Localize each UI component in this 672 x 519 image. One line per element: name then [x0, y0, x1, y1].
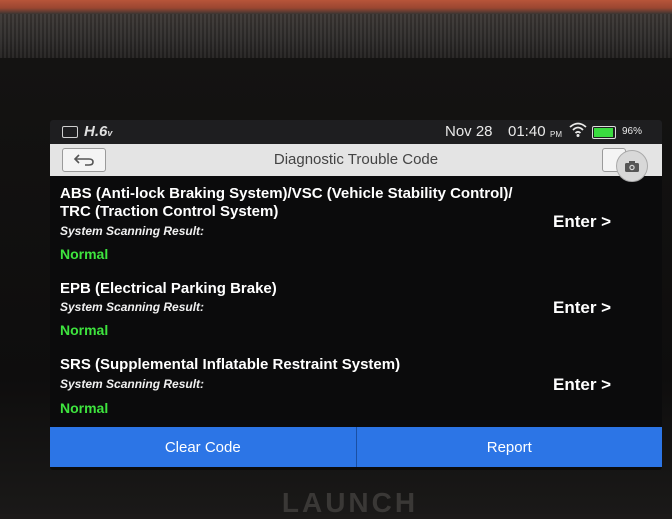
- status-time: 01:40: [508, 123, 546, 140]
- wifi-icon: [569, 122, 587, 142]
- system-list: ABS (Anti-lock Braking System)/VSC (Vehi…: [50, 176, 662, 426]
- scan-result-label: System Scanning Result:: [60, 300, 205, 314]
- enter-button[interactable]: Enter >: [553, 298, 611, 318]
- list-item: ABS (Anti-lock Braking System)/VSC (Vehi…: [50, 176, 662, 268]
- system-name: SRS (Supplemental Inflatable Restraint S…: [60, 356, 401, 373]
- system-name: ABS (Anti-lock Braking System)/VSC (Vehi…: [60, 185, 513, 220]
- title-bar: Diagnostic Trouble Code: [50, 144, 662, 176]
- device-grip-texture: [0, 14, 672, 58]
- enter-button[interactable]: Enter >: [553, 375, 611, 395]
- device-brand-logo: LAUNCH: [281, 487, 419, 518]
- battery-voltage: H.6v: [84, 123, 113, 140]
- list-item: EPB (Electrical Parking Brake) System Sc…: [50, 268, 662, 346]
- enter-button[interactable]: Enter >: [553, 212, 611, 232]
- clear-code-button[interactable]: Clear Code: [50, 427, 357, 467]
- status-left-group: H.6v: [62, 123, 112, 140]
- tablet-screen: H.6v Nov 28 01:40 PM 96% Diagnostic Trou…: [50, 120, 662, 470]
- battery-percent: 96%: [622, 126, 643, 137]
- scan-result-status: Normal: [60, 246, 109, 262]
- status-date: Nov 28: [445, 123, 493, 140]
- system-name: EPB (Electrical Parking Brake): [60, 280, 277, 297]
- scan-result-label: System Scanning Result:: [60, 377, 205, 391]
- status-ampm: PM: [550, 130, 562, 139]
- scan-result-label: System Scanning Result:: [60, 224, 205, 238]
- list-item: SRS (Supplemental Inflatable Restraint S…: [50, 346, 662, 426]
- camera-icon: [625, 160, 639, 172]
- page-title: Diagnostic Trouble Code: [273, 151, 439, 168]
- battery-fill: [594, 128, 614, 137]
- battery-icon: [592, 126, 616, 139]
- scan-result-status: Normal: [60, 322, 109, 338]
- status-bar: H.6v Nov 28 01:40 PM 96%: [50, 120, 662, 144]
- bottom-action-bar: Clear Code Report: [50, 427, 662, 467]
- scan-result-status: Normal: [60, 400, 109, 416]
- report-button[interactable]: Report: [356, 427, 662, 467]
- vci-icon: [62, 125, 78, 138]
